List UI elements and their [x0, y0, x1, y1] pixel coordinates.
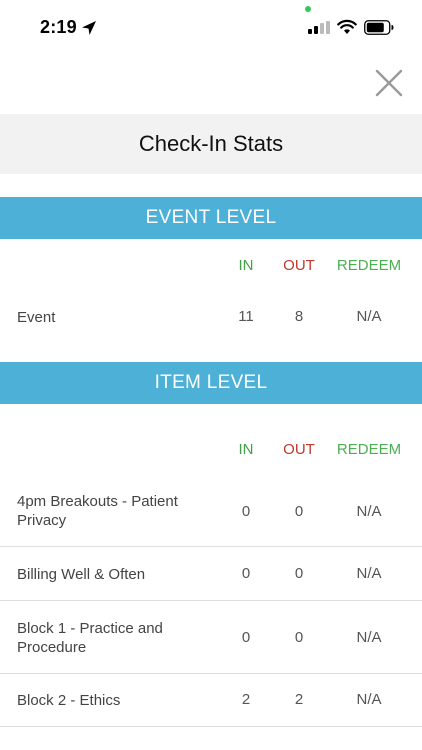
table-row[interactable]: Block 2 - Ethics 2 2 N/A	[0, 691, 422, 711]
event-col-redeem: REDEEM	[336, 257, 402, 274]
row-in: 0	[241, 629, 251, 646]
row-label: Block 2 - Ethics	[17, 692, 121, 709]
table-row[interactable]: Block 1 - Practice and Procedure 0 0 N/A	[0, 619, 422, 659]
item-level-header: ITEM LEVEL	[0, 362, 422, 404]
row-out: 0	[294, 503, 304, 520]
page-title: Check-In Stats	[138, 131, 284, 156]
divider	[0, 546, 422, 547]
row-label: Event	[17, 309, 56, 326]
row-out: 0	[294, 629, 304, 646]
row-out: 8	[294, 308, 304, 325]
close-icon[interactable]	[372, 66, 406, 100]
row-out: 0	[294, 565, 304, 582]
item-col-out: OUT	[283, 441, 315, 458]
row-label: Block 1 - Practice and Procedure	[17, 620, 163, 656]
row-in: 2	[241, 691, 251, 708]
row-redeem: N/A	[356, 503, 382, 520]
row-label: Billing Well & Often	[17, 566, 146, 583]
item-col-redeem: REDEEM	[336, 441, 402, 458]
battery-icon	[364, 20, 394, 35]
status-bar: 2:19	[0, 0, 422, 56]
row-redeem: N/A	[356, 691, 382, 708]
table-row[interactable]: Billing Well & Often 0 0 N/A	[0, 565, 422, 585]
row-redeem: N/A	[356, 308, 382, 325]
wifi-icon	[337, 19, 357, 34]
table-row[interactable]: 4pm Breakouts - Patient Privacy 0 0 N/A	[0, 492, 422, 532]
row-redeem: N/A	[356, 565, 382, 582]
row-redeem: N/A	[356, 629, 382, 646]
row-in: 0	[241, 565, 251, 582]
status-time: 2:19	[40, 17, 77, 37]
event-col-in: IN	[238, 257, 254, 274]
event-level-header: EVENT LEVEL	[0, 197, 422, 239]
divider	[0, 600, 422, 601]
divider	[0, 673, 422, 674]
title-bar: Check-In Stats	[0, 114, 422, 174]
row-label: 4pm Breakouts - Patient Privacy	[17, 493, 178, 529]
item-col-in: IN	[238, 441, 254, 458]
privacy-indicator-dot	[305, 6, 311, 12]
row-in: 11	[238, 308, 254, 325]
row-out: 2	[294, 691, 304, 708]
cellular-signal-icon	[308, 21, 330, 34]
event-col-out: OUT	[283, 257, 315, 274]
event-row: Event 11 8 N/A	[0, 308, 422, 328]
divider	[0, 726, 422, 727]
row-in: 0	[241, 503, 251, 520]
location-arrow-icon	[82, 21, 96, 35]
